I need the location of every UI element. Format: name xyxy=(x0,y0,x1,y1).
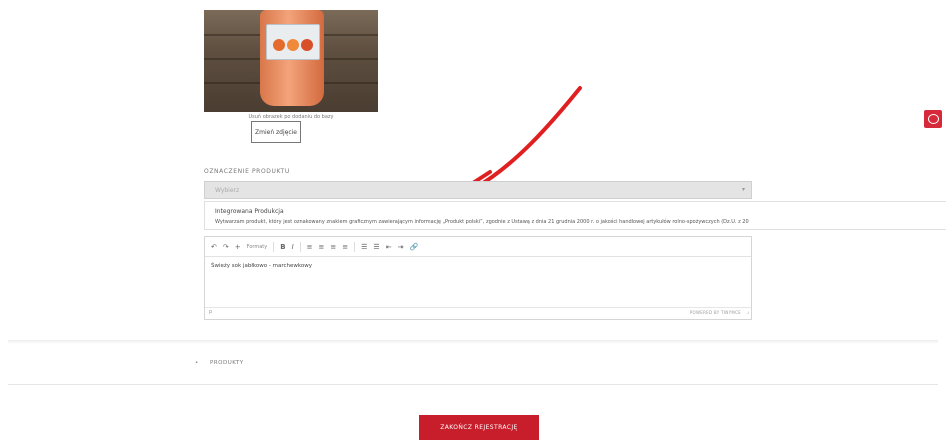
image-caption: Usuń obrazek po dodaniu do bazy xyxy=(248,114,334,120)
section-divider-bottom xyxy=(8,384,938,385)
section-divider-top xyxy=(8,340,938,344)
products-label: PRODUKTY xyxy=(210,360,244,366)
juice-jar-image xyxy=(260,10,324,106)
numbered-list-icon[interactable]: ☰ xyxy=(373,243,379,251)
finish-registration-button[interactable]: ZAKOŃCZ REJESTRACJĘ xyxy=(419,415,539,440)
description-editor[interactable]: ↶ ↷ + Formaty B I ≡ ≡ ≡ ≡ ☰ ☰ ⇤ ⇥ 🔗 Świe… xyxy=(204,236,752,320)
chevron-down-icon: ▾ xyxy=(741,186,745,193)
link-icon[interactable]: 🔗 xyxy=(409,243,418,251)
italic-icon[interactable]: I xyxy=(292,243,294,251)
option-title: Integrowana Produkcja xyxy=(215,208,284,215)
resize-handle-icon[interactable]: ⌟ xyxy=(747,309,749,315)
element-path: p xyxy=(209,309,213,315)
indent-icon[interactable]: ⇥ xyxy=(398,243,404,251)
align-left-icon[interactable]: ≡ xyxy=(307,243,313,251)
justify-icon[interactable]: ≡ xyxy=(342,243,348,251)
undo-icon[interactable]: ↶ xyxy=(211,243,217,251)
product-marking-label: OZNACZENIE PRODUKTU xyxy=(204,168,290,175)
select-dropdown-option[interactable]: Integrowana Produkcja Wytwarzam produkt,… xyxy=(204,201,946,230)
align-center-icon[interactable]: ≡ xyxy=(319,243,325,251)
editor-content[interactable]: Świeży sok jabłkowo - marchewkowy xyxy=(211,263,312,269)
editor-statusbar: p POWERED BY TINYMCE ⌟ xyxy=(205,307,751,319)
redo-icon[interactable]: ↷ xyxy=(223,243,229,251)
products-section-toggle[interactable]: • PRODUKTY xyxy=(195,360,244,366)
select-placeholder: Wybierz xyxy=(215,186,240,194)
outdent-icon[interactable]: ⇤ xyxy=(386,243,392,251)
change-photo-button[interactable]: Zmień zdjęcie xyxy=(251,121,301,143)
chat-icon xyxy=(927,114,939,124)
bullet-icon: • xyxy=(195,360,199,366)
insert-icon[interactable]: + xyxy=(235,243,241,251)
powered-by-tinymce[interactable]: POWERED BY TINYMCE xyxy=(690,310,741,315)
formats-dropdown[interactable]: Formaty xyxy=(247,244,268,250)
align-right-icon[interactable]: ≡ xyxy=(330,243,336,251)
product-marking-select[interactable]: Wybierz ▾ xyxy=(204,181,752,199)
product-photo xyxy=(204,10,378,112)
option-description: Wytwarzam produkt, który jest oznakowany… xyxy=(215,219,749,225)
bold-icon[interactable]: B xyxy=(280,243,285,251)
chat-widget-button[interactable] xyxy=(924,110,942,128)
editor-toolbar: ↶ ↷ + Formaty B I ≡ ≡ ≡ ≡ ☰ ☰ ⇤ ⇥ 🔗 xyxy=(205,237,751,257)
bullet-list-icon[interactable]: ☰ xyxy=(361,243,367,251)
